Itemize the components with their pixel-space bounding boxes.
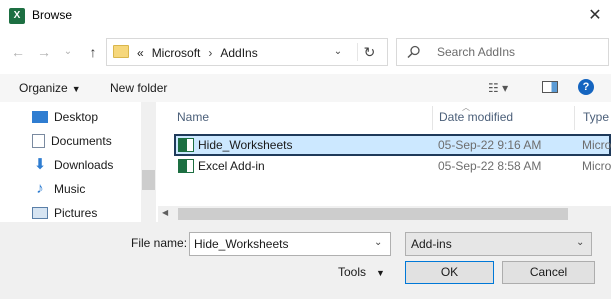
navigation-pane: Desktop Documents ⬇ Downloads ♪ Music Pi… xyxy=(0,102,156,222)
music-icon: ♪ xyxy=(36,180,44,197)
desktop-icon xyxy=(32,111,48,123)
column-header-type[interactable]: Type xyxy=(583,110,609,124)
file-name-label: File name: xyxy=(131,236,188,250)
up-arrow-icon[interactable]: ↑ xyxy=(83,42,103,62)
search-icon xyxy=(407,45,420,59)
chevron-down-icon: ⌄ xyxy=(576,237,585,248)
ok-button[interactable]: OK xyxy=(405,261,494,284)
back-arrow-icon[interactable]: ← xyxy=(8,42,28,62)
search-box[interactable]: Search AddIns xyxy=(396,38,609,66)
pictures-icon xyxy=(32,207,48,219)
column-divider[interactable] xyxy=(432,106,433,130)
scroll-left-icon[interactable]: ◀ xyxy=(162,208,168,217)
file-type-value: Add-ins xyxy=(411,237,452,251)
preview-pane-icon[interactable] xyxy=(542,81,558,93)
caret-down-icon: ▼ xyxy=(71,84,81,94)
file-name: Excel Add-in xyxy=(198,159,265,173)
file-type: Micro xyxy=(582,138,611,152)
file-type-select[interactable]: Add-ins ⌄ xyxy=(405,232,592,256)
search-input[interactable]: Search AddIns xyxy=(437,45,515,59)
address-bar[interactable]: « Microsoft › AddIns ⌄ ↻ xyxy=(106,38,388,66)
title-bar: X Browse ✕ xyxy=(0,0,611,32)
sidebar-item-label: Documents xyxy=(51,134,112,148)
tools-button[interactable]: Tools ▼ xyxy=(338,265,385,279)
file-row-excel-add-in[interactable]: Excel Add-in 05-Sep-22 8:58 AM Micro xyxy=(174,156,611,178)
chevron-right-icon[interactable]: › xyxy=(208,46,212,60)
excel-addin-file-icon xyxy=(178,159,194,173)
file-name-field[interactable]: Hide_Worksheets ⌄ xyxy=(189,232,391,256)
help-icon[interactable]: ? xyxy=(578,79,594,95)
horizontal-scrollbar[interactable]: ◀ xyxy=(158,206,611,222)
address-dropdown-icon[interactable]: ⌄ xyxy=(329,43,347,61)
sidebar-item-pictures[interactable]: Pictures xyxy=(32,202,97,224)
refresh-icon[interactable]: ↻ xyxy=(357,43,381,61)
scrollbar-thumb[interactable] xyxy=(142,170,155,190)
chevron-down-icon[interactable]: ⌄ xyxy=(374,237,382,248)
folder-icon xyxy=(113,45,129,58)
cancel-button[interactable]: Cancel xyxy=(502,261,595,284)
organize-label: Organize xyxy=(19,81,68,95)
excel-icon: X xyxy=(9,8,25,24)
new-folder-button[interactable]: New folder xyxy=(110,81,167,95)
breadcrumb-item-microsoft[interactable]: Microsoft xyxy=(152,46,201,60)
file-name-value[interactable]: Hide_Worksheets xyxy=(194,237,289,251)
command-bar: Organize ▼ New folder ☷ ▾ ? xyxy=(0,74,611,102)
sidebar-item-label: Music xyxy=(54,182,86,196)
breadcrumb-item-addins[interactable]: AddIns xyxy=(220,46,257,60)
file-date: 05-Sep-22 8:58 AM xyxy=(438,159,542,173)
caret-down-icon: ▼ xyxy=(376,268,385,278)
sidebar-item-label: Desktop xyxy=(54,110,99,124)
forward-arrow-icon[interactable]: → xyxy=(34,42,54,62)
downloads-icon: ⬇ xyxy=(33,156,47,173)
file-list-header: ︿ Name Date modified Type xyxy=(166,103,611,130)
column-header-date-modified[interactable]: Date modified xyxy=(439,110,513,124)
sidebar-item-downloads[interactable]: ⬇ Downloads xyxy=(32,154,114,176)
file-name: Hide_Worksheets xyxy=(198,138,293,152)
documents-icon xyxy=(32,134,45,148)
organize-button[interactable]: Organize ▼ xyxy=(19,81,81,95)
file-type: Micro xyxy=(582,159,611,173)
tools-label: Tools xyxy=(338,265,367,279)
sidebar-item-label: Pictures xyxy=(54,206,98,220)
file-row-hide-worksheets[interactable]: Hide_Worksheets 05-Sep-22 9:16 AM Micro xyxy=(174,134,611,156)
breadcrumb: « Microsoft › AddIns xyxy=(137,45,258,61)
navigation-scrollbar[interactable] xyxy=(141,102,156,222)
sidebar-item-documents[interactable]: Documents xyxy=(32,130,112,152)
excel-addin-file-icon xyxy=(178,138,194,152)
sidebar-item-music[interactable]: ♪ Music xyxy=(32,178,85,200)
close-icon[interactable]: ✕ xyxy=(585,6,605,26)
change-view-icon[interactable]: ☷ ▾ xyxy=(488,81,518,95)
recent-locations-dropdown-icon[interactable]: ⌄ xyxy=(58,42,78,62)
sidebar-item-label: Downloads xyxy=(54,158,114,172)
sidebar-item-desktop[interactable]: Desktop xyxy=(32,106,98,128)
breadcrumb-overflow[interactable]: « xyxy=(137,46,144,60)
column-divider[interactable] xyxy=(574,106,575,130)
window-title: Browse xyxy=(32,8,73,22)
column-header-name[interactable]: Name xyxy=(177,110,209,124)
scrollbar-thumb[interactable] xyxy=(178,208,568,220)
file-date: 05-Sep-22 9:16 AM xyxy=(438,138,542,152)
